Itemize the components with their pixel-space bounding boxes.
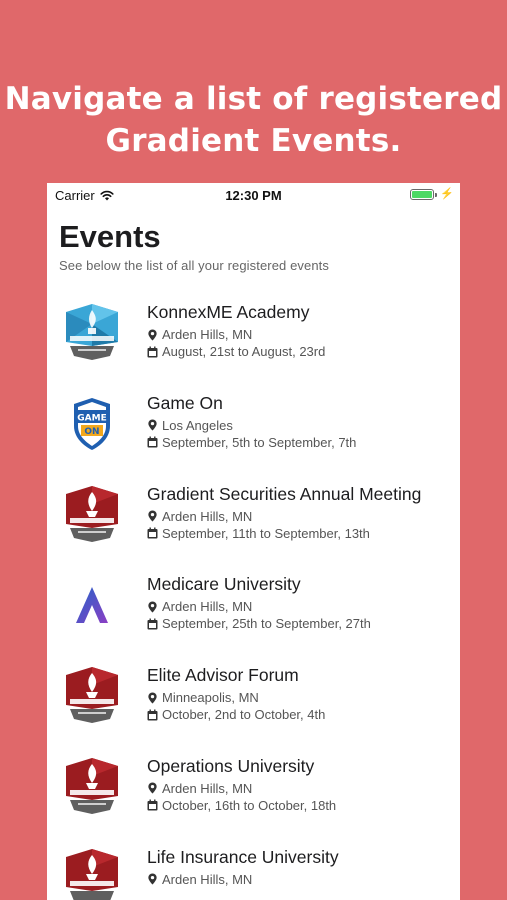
event-location-text: Los Angeles	[162, 417, 233, 433]
event-title: Operations University	[147, 755, 315, 776]
game-on-logo-bottom-text: ON	[84, 427, 99, 437]
securities-torch-badge-icon	[61, 484, 123, 546]
event-title: Game On	[147, 392, 223, 413]
map-pin-icon	[148, 782, 157, 795]
event-location-text: Arden Hills, MN	[162, 599, 253, 615]
medicare-a-icon	[61, 574, 123, 636]
event-location-text: Arden Hills, MN	[162, 780, 253, 796]
page-subtitle: See below the list of all your registere…	[59, 258, 329, 273]
event-location: Arden Hills, MN	[147, 327, 252, 342]
event-dates-text: October, 16th to October, 18th	[162, 797, 337, 813]
event-dates-text: October, 2nd to October, 4th	[162, 707, 326, 723]
event-dates: October, 16th to October, 18th	[147, 798, 336, 813]
operations-torch-badge-icon	[61, 756, 123, 818]
event-title: Life Insurance University	[147, 846, 339, 867]
event-row-game-on[interactable]: GAME ON Game On Los Angeles September, 5…	[47, 387, 460, 478]
event-location: Arden Hills, MN	[147, 872, 252, 887]
event-dates: September, 25th to September, 27th	[147, 616, 371, 631]
konnexme-badge-icon	[61, 302, 123, 364]
event-dates-text: September, 11th to September, 13th	[162, 525, 370, 541]
event-dates-text: September, 5th to September, 7th	[162, 434, 357, 450]
map-pin-icon	[148, 328, 157, 341]
calendar-icon	[147, 346, 158, 357]
game-on-logo-top-text: GAME	[77, 413, 106, 423]
event-location-text: Arden Hills, MN	[162, 327, 253, 342]
headline-line-1: Navigate a list of registered	[4, 81, 503, 117]
life-insurance-torch-badge-icon	[61, 847, 123, 900]
headline-line-2: Gradient Events.	[105, 123, 402, 159]
event-location-text: Minneapolis, MN	[162, 690, 259, 706]
event-dates: September, 5th to September, 7th	[147, 435, 356, 450]
game-on-shield-icon: GAME ON	[61, 393, 123, 455]
event-row-operations-university[interactable]: Operations University Arden Hills, MN Oc…	[47, 750, 460, 841]
event-location: Arden Hills, MN	[147, 781, 252, 796]
event-title: KonnexME Academy	[147, 302, 310, 322]
battery-icon	[410, 189, 435, 200]
event-row-elite-advisor-forum[interactable]: Elite Advisor Forum Minneapolis, MN Octo…	[47, 659, 460, 750]
event-title: Elite Advisor Forum	[147, 665, 299, 686]
event-dates-text: August, 21st to August, 23rd	[162, 344, 326, 359]
calendar-icon	[147, 436, 158, 448]
calendar-icon	[147, 527, 158, 539]
elite-advisor-torch-badge-icon	[61, 665, 123, 727]
map-pin-icon	[148, 510, 157, 522]
event-title: Medicare University	[147, 574, 301, 595]
page-title: Events	[59, 219, 161, 254]
calendar-icon	[147, 709, 158, 721]
map-pin-icon	[148, 873, 157, 885]
event-title: Gradient Securities Annual Meeting	[147, 483, 422, 504]
charging-bolt-icon: ⚡	[440, 188, 454, 200]
event-row-life-insurance-university[interactable]: Life Insurance University Arden Hills, M…	[47, 841, 460, 900]
event-location: Los Angeles	[147, 418, 233, 433]
phone-screen: Carrier 12:30 PM ⚡ Events See below the …	[47, 183, 460, 900]
status-time: 12:30 PM	[225, 188, 282, 203]
map-pin-icon	[148, 419, 157, 431]
event-row-medicare-university[interactable]: Medicare University Arden Hills, MN Sept…	[47, 568, 460, 659]
event-location: Arden Hills, MN	[147, 599, 252, 614]
event-dates: October, 2nd to October, 4th	[147, 707, 325, 722]
event-location-text: Arden Hills, MN	[162, 871, 253, 887]
event-dates-text: September, 25th to September, 27th	[162, 616, 371, 632]
calendar-icon	[147, 799, 158, 811]
event-dates: August, 21st to August, 23rd	[147, 344, 325, 359]
event-row-gradient-securities-annual-meeting[interactable]: Gradient Securities Annual Meeting Arden…	[47, 478, 460, 569]
map-pin-icon	[148, 601, 157, 613]
headline: Navigate a list of registered Gradient E…	[0, 78, 507, 162]
calendar-icon	[147, 618, 158, 630]
event-row-konnexme-academy[interactable]: KonnexME Academy Arden Hills, MN August,…	[47, 296, 460, 387]
event-location-text: Arden Hills, MN	[162, 508, 253, 524]
map-pin-icon	[148, 692, 157, 704]
battery-tip	[435, 192, 438, 197]
battery-group: ⚡	[410, 189, 454, 200]
status-bar: Carrier 12:30 PM ⚡	[47, 183, 460, 207]
event-list: KonnexME Academy Arden Hills, MN August,…	[47, 296, 460, 900]
event-dates: September, 11th to September, 13th	[147, 526, 370, 541]
event-location: Minneapolis, MN	[147, 690, 259, 705]
event-location: Arden Hills, MN	[147, 509, 252, 524]
